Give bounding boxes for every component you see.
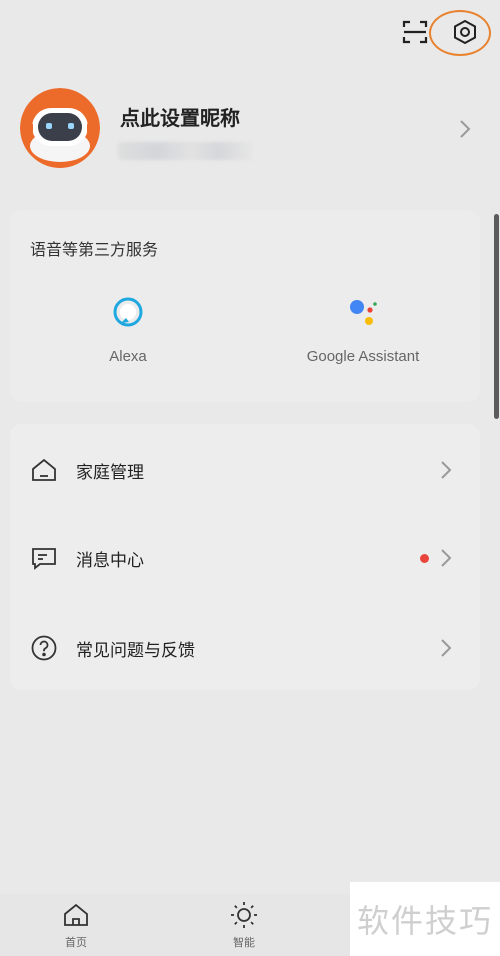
settings-hexagon-icon [454, 19, 476, 45]
menu-item-faq-feedback[interactable]: 常见问题与反馈 [10, 614, 480, 680]
scan-button[interactable] [398, 15, 432, 49]
chevron-right-icon [441, 639, 452, 657]
profile-row[interactable]: 点此设置昵称 [0, 84, 500, 180]
chevron-right-icon [441, 549, 452, 567]
tab-smart[interactable]: 智能 [214, 900, 274, 950]
menu-item-home-management[interactable]: 家庭管理 [10, 436, 480, 502]
top-bar [0, 0, 500, 66]
tab-home[interactable]: 首页 [46, 900, 106, 950]
alexa-label: Alexa [109, 348, 147, 365]
alexa-icon [113, 297, 143, 327]
settings-button[interactable] [444, 11, 486, 53]
chevron-right-icon [441, 461, 452, 479]
menu-item-label: 常见问题与反馈 [76, 641, 195, 661]
services-title: 语音等第三方服务 [30, 240, 159, 259]
watermark-text: 软件技巧 [356, 902, 493, 940]
third-party-services-card: 语音等第三方服务 Alexa Google Assistant [10, 210, 480, 402]
sun-icon [231, 902, 257, 928]
account-id-blurred [118, 142, 252, 160]
message-icon [32, 548, 56, 570]
menu-item-label: 消息中心 [76, 551, 144, 571]
scan-icon [402, 20, 428, 44]
menu-item-message-center[interactable]: 消息中心 [10, 524, 480, 590]
google-assistant-icon [350, 300, 377, 325]
menu-card: 家庭管理 消息中心 常见问题与反馈 [10, 424, 480, 690]
google-assistant-label: Google Assistant [306, 348, 420, 365]
watermark: 软件技巧 [350, 882, 500, 956]
tab-label: 首页 [65, 936, 87, 949]
home-icon [32, 458, 56, 481]
google-assistant-service[interactable]: Google Assistant [293, 294, 433, 365]
alexa-service[interactable]: Alexa [78, 294, 178, 365]
tab-label: 智能 [233, 936, 255, 949]
scrollbar[interactable] [494, 214, 499, 419]
menu-item-label: 家庭管理 [76, 463, 144, 483]
help-icon [31, 635, 57, 661]
unread-dot [420, 554, 429, 563]
robot-avatar[interactable] [20, 88, 100, 168]
home-icon [64, 903, 88, 926]
nickname-label[interactable]: 点此设置昵称 [120, 102, 240, 131]
chevron-right-icon[interactable] [456, 118, 474, 140]
